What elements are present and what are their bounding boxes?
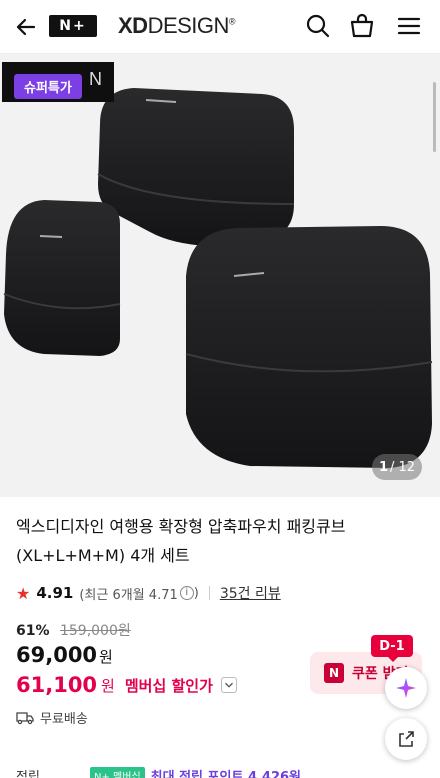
naver-n-icon: N xyxy=(324,663,344,683)
divider xyxy=(208,586,210,600)
rating-score: 4.91 xyxy=(36,584,74,602)
star-icon: ★ xyxy=(16,583,31,603)
hero-logo-text: N xyxy=(89,69,102,89)
brand-rest: DESIGN xyxy=(147,13,230,38)
discount-percent: 61% xyxy=(16,623,50,639)
page-scrollbar[interactable] xyxy=(433,82,436,152)
member-price-label: 멤버십 할인가 xyxy=(124,676,213,695)
brand-logo[interactable]: XDDESIGN® xyxy=(118,13,236,39)
truck-icon xyxy=(16,711,34,724)
top-header: N+ XDDESIGN® xyxy=(0,0,440,54)
nplus-logo[interactable]: N+ xyxy=(49,15,97,37)
image-counter: 1 / 12 xyxy=(372,454,422,480)
product-photo xyxy=(3,88,433,468)
product-image-carousel[interactable]: N 슈퍼특가 1 / 12 xyxy=(0,54,440,497)
original-price: 159,000원 xyxy=(59,623,131,639)
search-icon[interactable] xyxy=(304,12,332,40)
image-counter-current: 1 xyxy=(378,459,388,475)
back-arrow-icon[interactable] xyxy=(12,13,40,41)
member-price-value: 61,100 xyxy=(16,673,98,697)
recent-rating-close: ) xyxy=(193,585,199,601)
sale-price-unit: 원 xyxy=(99,648,113,666)
hamburger-menu-icon[interactable] xyxy=(395,12,423,40)
dday-badge: D-1 xyxy=(371,635,413,662)
reviews-link[interactable]: 35건 리뷰 xyxy=(220,583,281,603)
shipping-text: 무료배송 xyxy=(40,712,88,727)
sparkle-icon xyxy=(396,678,416,698)
product-title: 엑스디디자인 여행용 확장형 압축파우치 패킹큐브 (XL+L+M+M) 4개 … xyxy=(16,512,416,570)
super-deal-badge: 슈퍼특가 xyxy=(14,74,82,99)
points-row: 적립 N+ 멤버십 최대 적립 포인트 4,426원 xyxy=(16,766,301,778)
info-icon[interactable]: i xyxy=(179,586,194,600)
sale-price-value: 69,000 xyxy=(16,643,98,667)
chevron-down-icon[interactable] xyxy=(220,677,237,693)
product-title-line2: (XL+L+M+M) 4개 세트 xyxy=(16,546,190,565)
membership-badge: N+ 멤버십 xyxy=(90,767,145,778)
shipping-info: 무료배송 xyxy=(16,708,88,727)
points-text: 최대 적립 포인트 4,426원 xyxy=(150,770,302,778)
rating-row: ★ 4.91 (최근 6개월 4.71 i ) 35건 리뷰 xyxy=(16,583,281,603)
member-price-unit: 원 xyxy=(101,676,115,695)
image-counter-total: / 12 xyxy=(389,459,416,475)
recent-rating: (최근 6개월 4.71 xyxy=(79,587,178,603)
ai-assistant-button[interactable] xyxy=(385,667,427,709)
points-label: 적립 xyxy=(16,770,40,778)
member-price-row[interactable]: 61,100 원 멤버십 할인가 xyxy=(16,673,237,697)
cart-icon[interactable] xyxy=(348,12,376,40)
sale-price: 69,000 원 xyxy=(16,643,113,667)
brand-xd: XD xyxy=(118,13,148,38)
share-icon xyxy=(399,731,414,747)
product-title-line1: 엑스디디자인 여행용 확장형 압축파우치 패킹큐브 xyxy=(16,517,346,536)
share-button[interactable] xyxy=(385,718,427,760)
discount-row: 61% 159,000원 xyxy=(16,620,131,640)
brand-mark: ® xyxy=(228,16,236,27)
